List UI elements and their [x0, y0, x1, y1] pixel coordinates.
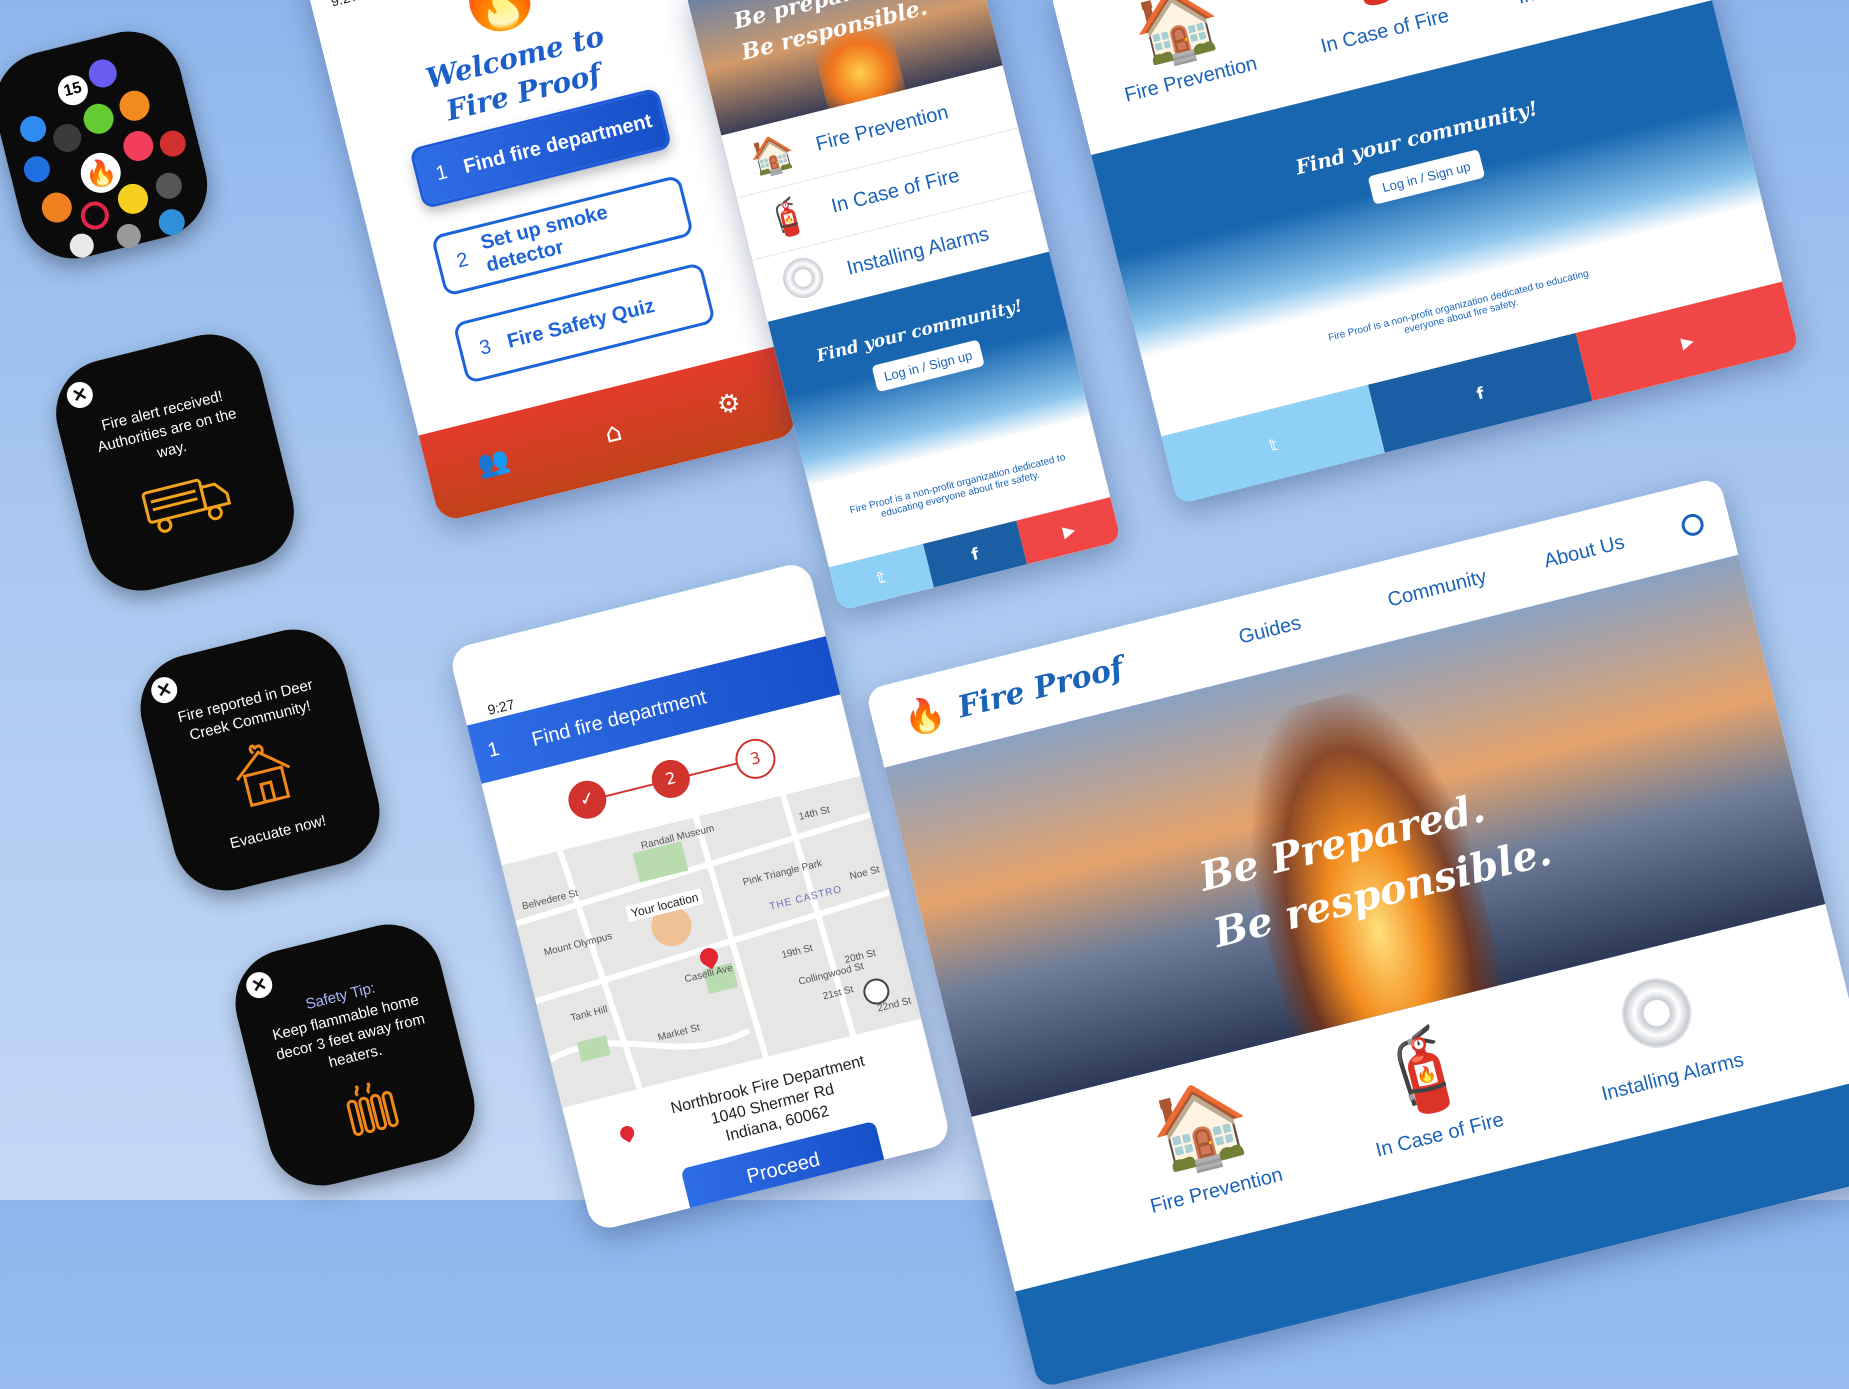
- step-number: 1: [485, 737, 502, 762]
- watch-app-grid: 15 🔥: [0, 20, 219, 270]
- watch-alert-fire-received: ✕ Fire alert received! Authorities are o…: [44, 323, 306, 602]
- phone-find-fire-department: 9:27 1 Find fire department ✓ 2 3 Randal…: [448, 560, 953, 1233]
- app-icon[interactable]: [85, 56, 120, 91]
- progress-step-current: 2: [647, 755, 694, 802]
- gear-icon[interactable]: ⚙: [714, 387, 744, 422]
- facebook-icon[interactable]: f: [1368, 333, 1593, 453]
- progress-step-done: ✓: [564, 776, 611, 823]
- close-icon[interactable]: ✕: [148, 674, 181, 706]
- desktop-web-page: 🔥 Fire Proof Guides Community About Us B…: [865, 477, 1849, 1389]
- app-icon[interactable]: [38, 189, 76, 226]
- nav-item-label: Fire Prevention: [813, 100, 951, 156]
- home-icon[interactable]: ⌂: [602, 417, 625, 450]
- activity-app-icon[interactable]: [77, 198, 112, 233]
- page-title: Find fire department: [529, 685, 709, 751]
- watch-alert-evacuate: ✕ Fire reported in Deer Creek Community!…: [129, 618, 391, 902]
- progress-step-todo: 3: [731, 734, 780, 784]
- heater-icon: [338, 1076, 410, 1144]
- smoke-alarm-icon: [755, 248, 853, 312]
- step-number: 1: [433, 160, 450, 185]
- app-icon[interactable]: [17, 113, 49, 145]
- app-icon[interactable]: [114, 221, 144, 251]
- youtube-icon[interactable]: ▶: [1575, 281, 1800, 402]
- step-number: 2: [454, 248, 471, 273]
- watch-safety-tip: ✕ Safety Tip: Keep flammable home decor …: [224, 913, 486, 1197]
- fire-truck-icon: [136, 463, 235, 533]
- tablet-web-page: 🏠 Fire Prevention 🧯 In Case of Fire Inst…: [1050, 0, 1800, 505]
- alert-action: Evacuate now!: [228, 812, 328, 853]
- people-icon[interactable]: 👥: [474, 445, 513, 482]
- twitter-icon[interactable]: 𝕥: [828, 543, 934, 611]
- alert-text: Fire alert received! Authorities are on …: [95, 387, 239, 462]
- app-icon[interactable]: [157, 127, 189, 160]
- location-pin-icon: [617, 1123, 637, 1143]
- facebook-icon[interactable]: f: [922, 520, 1028, 588]
- app-icon[interactable]: [67, 231, 97, 261]
- status-time: 9:27: [329, 0, 359, 9]
- step-label: Set up smoke detector: [478, 201, 610, 277]
- fire-app-icon[interactable]: 🔥: [76, 148, 125, 198]
- nav-guides[interactable]: Guides: [1236, 611, 1303, 649]
- app-icon[interactable]: [50, 120, 85, 155]
- burning-house-icon: [221, 732, 306, 817]
- fire-extinguisher-icon: 🧯: [761, 192, 815, 244]
- youtube-icon[interactable]: ▶: [1016, 497, 1122, 565]
- alert-text: Fire reported in Deer Creek Community!: [176, 676, 315, 744]
- nav-item-label: In Case of Fire: [829, 164, 962, 218]
- nav-community[interactable]: Community: [1385, 565, 1489, 612]
- step-label: Find fire department: [461, 109, 655, 178]
- app-icon[interactable]: [153, 170, 185, 202]
- header-bar: 1 Find fire department: [466, 636, 841, 784]
- app-icon[interactable]: [114, 180, 152, 218]
- close-icon[interactable]: ✕: [243, 969, 276, 1001]
- close-icon[interactable]: ✕: [64, 379, 96, 411]
- login-button[interactable]: Log in / Sign up: [1367, 149, 1486, 205]
- house-icon: 🏠: [746, 130, 800, 182]
- fire-logo-icon: 🔥: [898, 691, 950, 741]
- step-number: 3: [477, 335, 494, 360]
- calendar-app-icon[interactable]: 15: [54, 71, 92, 109]
- app-icon[interactable]: [156, 206, 188, 238]
- search-icon[interactable]: [1679, 511, 1707, 539]
- twitter-icon[interactable]: 𝕥: [1161, 384, 1386, 505]
- app-icon[interactable]: [116, 87, 153, 124]
- step-label: Fire Safety Quiz: [504, 294, 657, 353]
- app-icon[interactable]: [21, 153, 53, 185]
- app-icon[interactable]: [80, 100, 117, 137]
- app-icon[interactable]: [120, 127, 157, 165]
- nav-about-us[interactable]: About Us: [1542, 531, 1627, 573]
